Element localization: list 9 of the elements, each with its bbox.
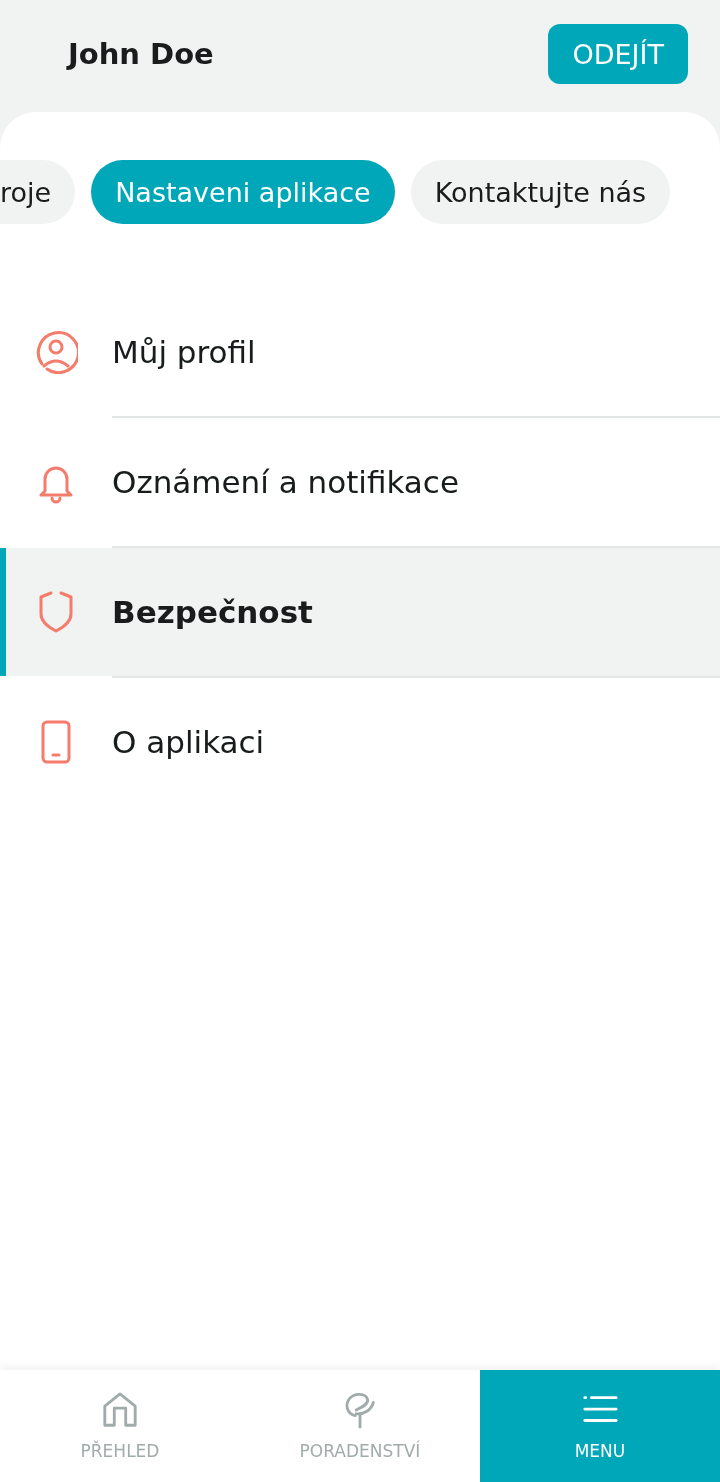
home-icon [101, 1391, 139, 1429]
tab[interactable]: roje [0, 160, 76, 224]
menu-item[interactable]: Můj profil [0, 288, 720, 416]
menu-item[interactable]: Bezpečnost [0, 548, 720, 676]
user-icon [34, 330, 78, 374]
tab[interactable]: Kontaktujte nás [410, 160, 671, 224]
user-name: John Doe [68, 37, 214, 71]
menu-item[interactable]: O aplikaci [0, 678, 720, 806]
menu-item[interactable]: Oznámení a notifikace [0, 418, 720, 546]
